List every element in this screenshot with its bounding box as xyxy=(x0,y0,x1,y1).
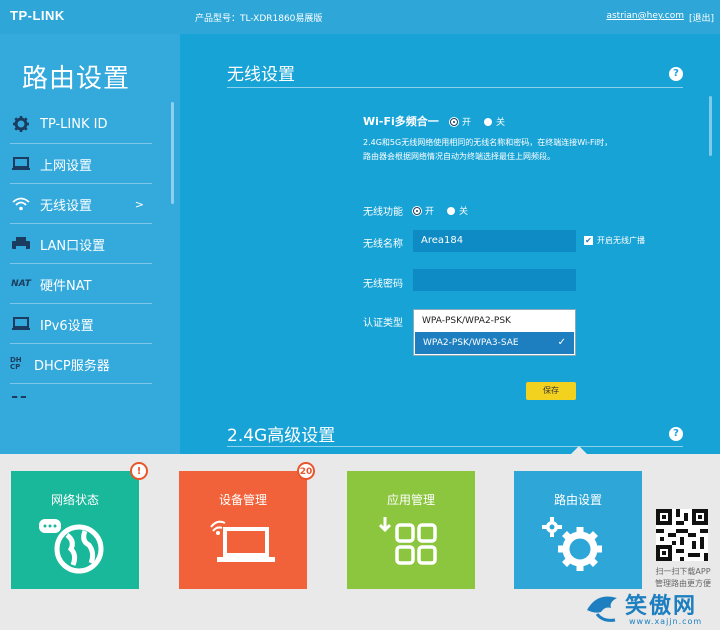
sidebar-item-label: 硬件NAT xyxy=(40,278,92,294)
broadcast-checkbox[interactable]: ✔ 开启无线广播 xyxy=(584,235,645,246)
device-count-badge: 20 xyxy=(297,462,315,480)
model-label: 产品型号：TL-XDR1860易展版 xyxy=(195,14,323,24)
sidebar-item-label: DHCP服务器 xyxy=(34,358,110,374)
description-line: 2.4G和5G无线网络使用相同的无线名称和密码，在终端连接Wi-Fi时， xyxy=(363,138,613,147)
ssid-input[interactable]: Area184 xyxy=(413,230,576,252)
section-title-wireless: 无线设置 xyxy=(227,65,295,85)
logout-link[interactable]: [退出] xyxy=(689,11,714,24)
auth-option[interactable]: WPA-PSK/WPA2-PSK xyxy=(414,310,575,332)
globe-icon xyxy=(39,519,104,574)
tile-app-management[interactable]: 应用管理 xyxy=(347,471,475,589)
apps-icon xyxy=(379,517,437,565)
checkbox-checked-icon: ✔ xyxy=(584,236,593,245)
monitor-icon xyxy=(10,315,32,333)
nat-icon: NAT xyxy=(11,279,31,289)
more-items-indicator xyxy=(12,396,26,400)
radio-label: 关 xyxy=(496,118,506,128)
sidebar-item-label: LAN口设置 xyxy=(40,238,106,254)
sidebar-item-tplink-id[interactable]: TP-LINK ID xyxy=(10,105,152,144)
chevron-right-icon: > xyxy=(134,197,144,211)
tile-label: 路由设置 xyxy=(553,493,602,507)
auth-option-label: WPA2-PSK/WPA3-SAE xyxy=(423,338,519,348)
tp-link-logo: TP-LINK xyxy=(10,8,65,23)
radio-selected-icon xyxy=(413,206,421,215)
tile-label: 网络状态 xyxy=(50,493,99,507)
sidebar-item-dhcp[interactable]: DHCP DHCP服务器 xyxy=(10,345,152,384)
sidebar-item-label: IPv6设置 xyxy=(40,318,94,334)
divider xyxy=(227,446,683,447)
divider xyxy=(227,87,683,88)
site-watermark: 笑傲网 www.xajjn.com xyxy=(583,586,720,630)
multiband-label: Wi-Fi多频合一 xyxy=(363,115,439,128)
main-scrollbar[interactable] xyxy=(709,96,712,156)
auth-type-label: 认证类型 xyxy=(363,318,403,329)
user-email-link[interactable]: astrian@hey.com xyxy=(606,11,684,21)
radio-icon xyxy=(484,117,492,126)
wireless-off-radio[interactable]: 关 xyxy=(447,204,468,217)
radio-selected-icon xyxy=(450,117,458,126)
multiband-on-radio[interactable]: 开 xyxy=(450,115,471,128)
radio-label: 开 xyxy=(425,207,435,217)
checkbox-label: 开启无线广播 xyxy=(597,236,645,245)
help-icon[interactable]: ? xyxy=(669,67,683,81)
tile-label: 应用管理 xyxy=(386,493,435,507)
monitor-icon xyxy=(10,155,32,173)
auth-option-selected[interactable]: WPA2-PSK/WPA3-SAE ✓ xyxy=(415,332,574,354)
radio-label: 关 xyxy=(459,207,469,217)
checkmark-icon: ✓ xyxy=(557,337,566,348)
wireless-on-radio[interactable]: 开 xyxy=(413,204,434,217)
watermark-url: www.xajjn.com xyxy=(629,617,703,626)
alert-badge: ! xyxy=(130,462,148,480)
password-input[interactable] xyxy=(413,269,576,291)
radio-icon xyxy=(447,206,455,215)
printer-icon xyxy=(10,235,32,253)
watermark-text: 笑傲网 xyxy=(625,594,698,619)
tile-router-settings[interactable]: 路由设置 xyxy=(514,471,642,589)
sidebar-item-internet[interactable]: 上网设置 xyxy=(10,145,152,184)
tile-device-management[interactable]: 设备管理 xyxy=(179,471,307,589)
tile-network-status[interactable]: 网络状态 xyxy=(11,471,139,589)
radio-label: 开 xyxy=(462,118,472,128)
qr-code-icon xyxy=(656,509,708,561)
help-icon[interactable]: ? xyxy=(669,427,683,441)
laptop-icon xyxy=(210,520,275,562)
description-line: 路由器会根据网络情况自动为终端选择最佳上网频段。 xyxy=(363,152,555,161)
sidebar-item-label: 上网设置 xyxy=(40,158,93,174)
sidebar-title: 路由设置 xyxy=(22,64,131,94)
shark-logo-icon xyxy=(587,596,617,622)
tile-label: 设备管理 xyxy=(218,493,267,507)
gears-icon xyxy=(542,517,602,571)
active-tile-pointer xyxy=(571,446,587,454)
wifi-icon xyxy=(10,195,32,213)
ssid-label: 无线名称 xyxy=(363,239,403,250)
promo-line: 扫一扫下载APP xyxy=(655,567,711,576)
sidebar-item-lan[interactable]: LAN口设置 xyxy=(10,225,152,264)
save-button[interactable]: 保存 xyxy=(526,382,576,400)
dhcp-icon: DHCP xyxy=(10,356,22,371)
password-label: 无线密码 xyxy=(363,279,403,290)
sidebar-item-label: TP-LINK ID xyxy=(40,116,108,132)
multiband-off-radio[interactable]: 关 xyxy=(484,115,505,128)
auth-type-dropdown[interactable]: WPA-PSK/WPA2-PSK WPA2-PSK/WPA3-SAE ✓ xyxy=(413,309,576,356)
sidebar-item-hardware-nat[interactable]: NAT 硬件NAT xyxy=(10,265,152,304)
gear-icon xyxy=(10,115,32,133)
wireless-function-label: 无线功能 xyxy=(363,207,403,218)
sidebar-item-wireless[interactable]: 无线设置 > xyxy=(10,185,152,224)
multiband-description: 2.4G和5G无线网络使用相同的无线名称和密码，在终端连接Wi-Fi时， 路由器… xyxy=(363,136,663,164)
sidebar-scrollbar[interactable] xyxy=(171,102,174,204)
sidebar-item-ipv6[interactable]: IPv6设置 xyxy=(10,305,152,344)
section-title-advanced: 2.4G高级设置 xyxy=(227,426,336,446)
sidebar-item-label: 无线设置 xyxy=(40,198,93,214)
